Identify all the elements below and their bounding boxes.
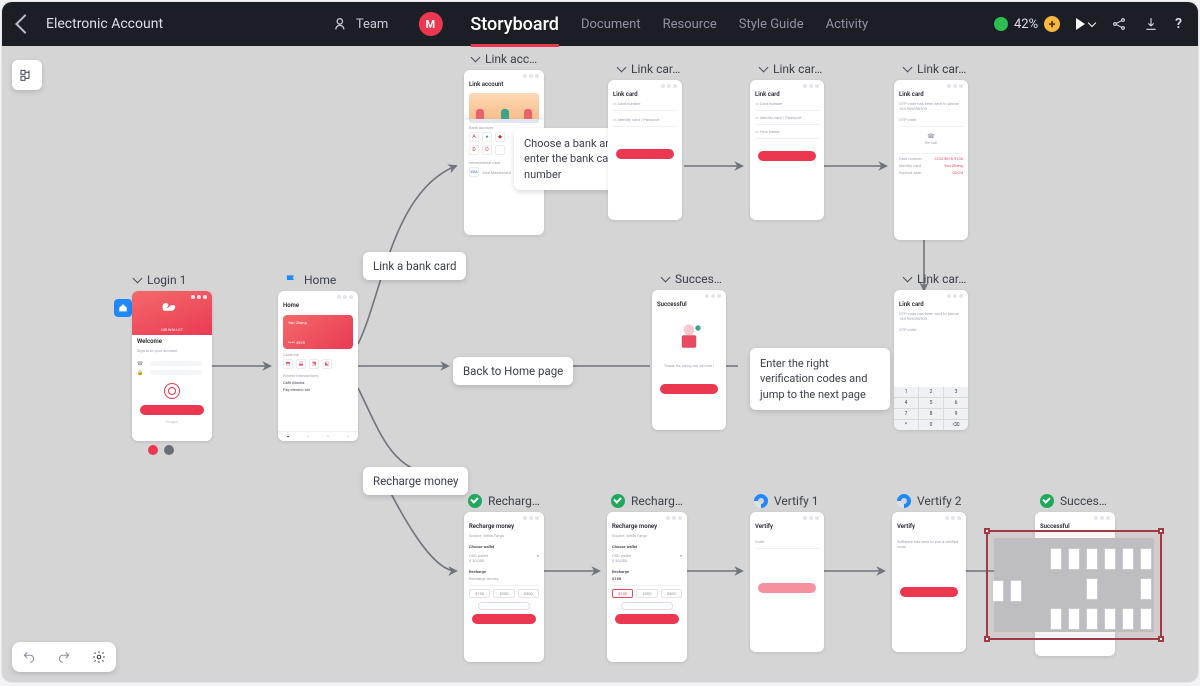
undo-icon[interactable] xyxy=(22,650,36,664)
app-logo: M xyxy=(418,12,442,36)
layout-icon xyxy=(19,67,35,83)
play-icon xyxy=(1076,18,1085,30)
storyboard-canvas[interactable]: Login 1 CIB WALLET Welcome Sign in to yo… xyxy=(2,46,1198,682)
branch-label-link[interactable]: Link a bank card xyxy=(363,252,466,280)
chevron-down-icon xyxy=(1088,19,1096,27)
node-label-home[interactable]: Home xyxy=(284,273,336,287)
node-label-lc4[interactable]: Link car… xyxy=(904,272,966,286)
screen-recharge-2[interactable]: Recharge money Source: Wells Fargo Choos… xyxy=(607,512,687,662)
add-circle-icon[interactable]: + xyxy=(1044,16,1060,32)
node-label-v2[interactable]: Vertify 2 xyxy=(897,494,962,508)
back-icon[interactable] xyxy=(15,14,35,34)
branch-label-recharge[interactable]: Recharge money xyxy=(363,467,468,495)
redo-icon[interactable] xyxy=(57,650,71,664)
chevron-down-icon xyxy=(133,274,143,284)
node-label-success-mid[interactable]: Succes… xyxy=(662,272,722,286)
screen-verify-1[interactable]: Vertify Code xyxy=(750,512,824,652)
screen-login[interactable]: CIB WALLET Welcome Sign in to your accou… xyxy=(132,291,212,441)
progress-circle-icon xyxy=(751,491,771,511)
check-circle-icon xyxy=(611,494,625,508)
tab-storyboard[interactable]: Storyboard xyxy=(470,14,559,35)
variant-dots[interactable] xyxy=(148,445,174,455)
chevron-down-icon xyxy=(471,53,481,63)
node-label-success2[interactable]: Succes… xyxy=(1040,494,1107,508)
check-circle-icon xyxy=(1040,494,1054,508)
node-label-lc2[interactable]: Link car… xyxy=(760,62,822,76)
screen-verify-2[interactable]: Vertify Software has sent to you a verif… xyxy=(892,512,966,652)
node-label-rc1[interactable]: Recharg… xyxy=(468,494,540,508)
tab-activity[interactable]: Activity xyxy=(826,17,869,32)
node-label-linkacc[interactable]: Link acc… xyxy=(472,52,537,66)
screen-link-card-3[interactable]: Link card OTP code has been sent to phon… xyxy=(894,80,968,240)
download-icon[interactable] xyxy=(1143,16,1159,32)
status-dot-icon xyxy=(994,17,1008,31)
share-icon[interactable] xyxy=(1111,16,1127,32)
play-button[interactable] xyxy=(1076,18,1095,30)
screen-link-card-1[interactable]: Link card ▭ Card number ▭ Identity card … xyxy=(608,80,682,220)
home-marker-icon[interactable] xyxy=(114,299,132,317)
overview-viewport[interactable] xyxy=(986,530,1162,640)
bottom-toolbar xyxy=(12,642,116,672)
settings-icon[interactable] xyxy=(92,650,106,664)
chevron-down-icon xyxy=(617,63,627,73)
chevron-down-icon xyxy=(903,63,913,73)
node-label-lc1[interactable]: Link car… xyxy=(618,62,680,76)
branch-label-back[interactable]: Back to Home page xyxy=(453,357,573,385)
node-label-rc2[interactable]: Recharg… xyxy=(611,494,683,508)
node-label-login[interactable]: Login 1 xyxy=(134,273,186,287)
help-icon[interactable]: ? xyxy=(1175,16,1182,32)
people-icon xyxy=(332,16,348,32)
tooltip-verify-codes[interactable]: Enter the right verification codes and j… xyxy=(750,348,890,410)
screen-link-card-2[interactable]: Link card ▭ Card number ▭ Identity card … xyxy=(750,80,824,220)
login-button xyxy=(140,405,204,415)
flag-icon xyxy=(284,273,298,287)
node-label-v1[interactable]: Vertify 1 xyxy=(754,494,819,508)
team-button[interactable]: Team xyxy=(332,16,389,32)
tab-style-guide[interactable]: Style Guide xyxy=(739,17,804,32)
screen-successful[interactable]: Successful Thank for using our service ! xyxy=(652,290,726,430)
screen-home[interactable]: Home Yao Zhang **** 4325 CardLink ⬒⬓⬔⬕ R… xyxy=(278,291,358,441)
layout-tool-button[interactable] xyxy=(12,60,42,90)
chevron-down-icon xyxy=(661,273,671,283)
top-bar: Electronic Account Team M Storyboard Doc… xyxy=(2,2,1198,46)
screen-link-card-4[interactable]: Link card OTP code has been sent to phon… xyxy=(894,290,968,430)
progress-indicator[interactable]: 42% + xyxy=(994,16,1060,32)
check-circle-icon xyxy=(468,494,482,508)
chevron-down-icon xyxy=(759,63,769,73)
progress-circle-icon xyxy=(894,491,914,511)
tab-document[interactable]: Document xyxy=(581,17,641,32)
chevron-down-icon xyxy=(903,273,913,283)
node-label-lc3[interactable]: Link car… xyxy=(904,62,966,76)
screen-recharge-1[interactable]: Recharge money Source: Wells Fargo Choos… xyxy=(464,512,544,662)
project-name[interactable]: Electronic Account xyxy=(46,16,163,32)
tab-resource[interactable]: Resource xyxy=(663,17,717,32)
